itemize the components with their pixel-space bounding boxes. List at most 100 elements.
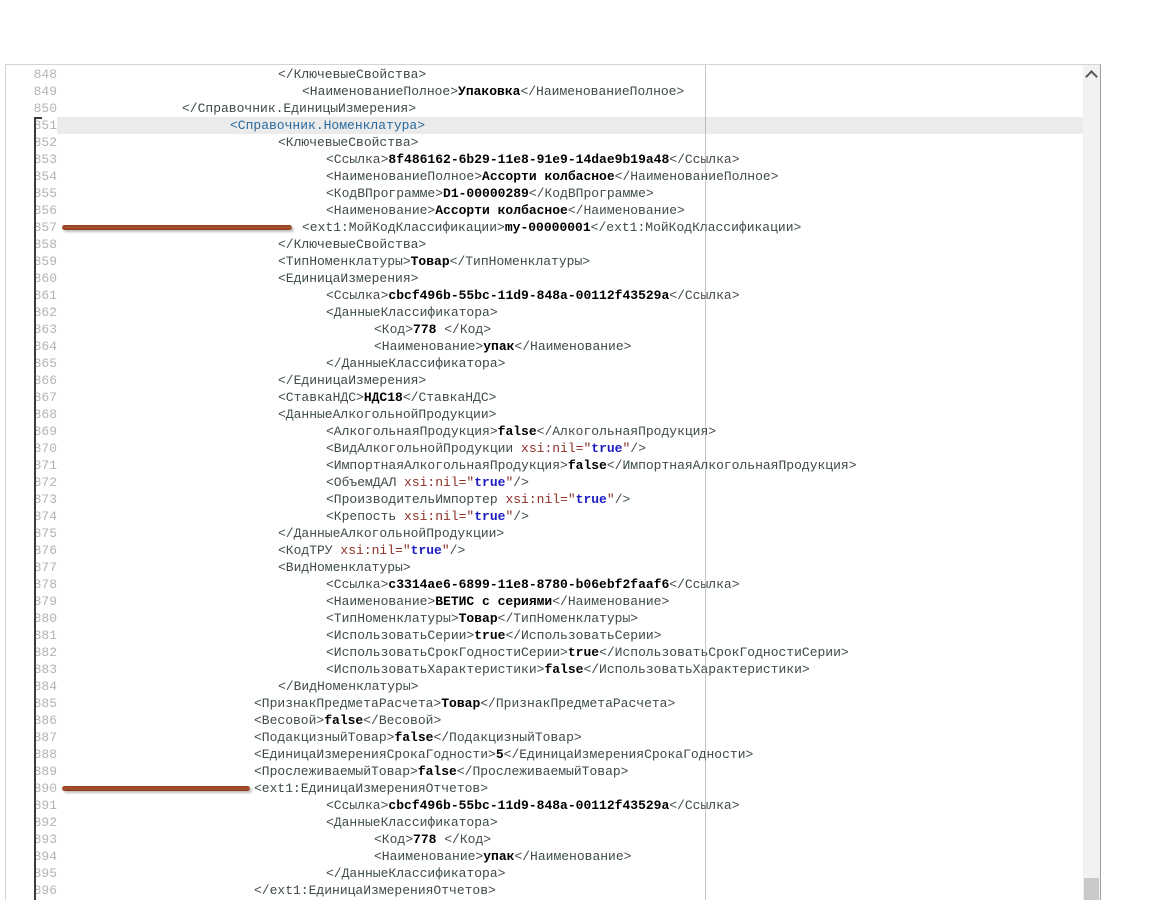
code-text: <ВидАлкогольнойПродукции xsi:nil="true"/… [326,441,646,456]
code-text: <Справочник.Номенклатура> [57,117,1083,134]
code-line[interactable]: 886 <Весовой>false</Весовой> [6,712,1083,729]
code-text: <ПодакцизныйТовар>false</ПодакцизныйТова… [254,730,582,745]
line-number: 870 [33,441,57,456]
code-line[interactable]: 862 <ДанныеКлассификатора> [6,304,1083,321]
code-text: </ext1:ЕдиницаИзмеренияОтчетов> [254,883,496,898]
selection-bracket [34,117,36,900]
code-line[interactable]: 892 <ДанныеКлассификатора> [6,814,1083,831]
code-line[interactable]: 871 <ИмпортнаяАлкогольнаяПродукция>false<… [6,457,1083,474]
vertical-scrollbar[interactable] [1083,65,1100,900]
code-line[interactable]: 852 <КлючевыеСвойства> [6,134,1083,151]
code-line-selected[interactable]: 851 <Справочник.Номенклатура> [6,117,1083,134]
code-line[interactable]: 848 </КлючевыеСвойства> [6,66,1083,83]
line-number: 848 [33,67,57,82]
code-line[interactable]: 855 <КодВПрограмме>D1-00000289</КодВПрогр… [6,185,1083,202]
code-text: </КлючевыеСвойства> [278,237,427,252]
code-line[interactable]: 880 <ТипНоменклатуры>Товар</ТипНоменклату… [6,610,1083,627]
code-line[interactable]: 849 <НаименованиеПолное>Упаковка</Наимено… [6,83,1083,100]
code-text: <ДанныеКлассификатора> [326,815,498,830]
code-line[interactable]: 856 <Наименование>Ассорти колбасное</Наим… [6,202,1083,219]
scroll-up-button[interactable] [1083,65,1100,83]
code-line[interactable]: 873 <ПроизводительИмпортер xsi:nil="true"… [6,491,1083,508]
line-number: 860 [33,271,57,286]
code-line[interactable]: 868 <ДанныеАлкогольнойПродукции> [6,406,1083,423]
scrollbar-thumb[interactable] [1084,878,1099,900]
code-text: </КлючевыеСвойства> [278,67,427,82]
code-text: </ДанныеКлассификатора> [326,866,506,881]
code-line[interactable]: 882 <ИспользоватьСрокГодностиСерии>true</… [6,644,1083,661]
code-text: <Наименование>упак</Наименование> [374,339,632,354]
line-number: 884 [33,679,57,694]
code-line[interactable]: 881 <ИспользоватьСерии>true</Использовать… [6,627,1083,644]
line-number: 879 [33,594,57,609]
code-text: <АлкогольнаяПродукция>false</Алкогольная… [326,424,717,439]
line-number: 893 [33,832,57,847]
code-line[interactable]: 853 <Ссылка>8f486162-6b29-11e8-91e9-14dae… [6,151,1083,168]
code-text: <ИмпортнаяАлкогольнаяПродукция>false</Им… [326,458,857,473]
code-line[interactable]: 865 </ДанныеКлассификатора> [6,355,1083,372]
line-number: 892 [33,815,57,830]
code-line[interactable]: 893 <Код>778 </Код> [6,831,1083,848]
code-line[interactable]: 872 <ОбъемДАЛ xsi:nil="true"/> [6,474,1083,491]
line-number: 888 [33,747,57,762]
code-line[interactable]: 857 <ext1:МойКодКлассификации>my-00000001… [6,219,1083,236]
line-number: 862 [33,305,57,320]
code-line[interactable]: 876 <КодТРУ xsi:nil="true"/> [6,542,1083,559]
code-text: <Наименование>ВЕТИС с сериями</Наименова… [326,594,670,609]
code-line[interactable]: 861 <Ссылка>cbcf496b-55bc-11d9-848a-00112… [6,287,1083,304]
code-line[interactable]: 863 <Код>778 </Код> [6,321,1083,338]
line-number: 881 [33,628,57,643]
code-text: <Ссылка>cbcf496b-55bc-11d9-848a-00112f43… [326,798,740,813]
code-text: <ВидНоменклатуры> [278,560,411,575]
code-line[interactable]: 887 <ПодакцизныйТовар>false</ПодакцизныйТ… [6,729,1083,746]
code-line[interactable]: 888 <ЕдиницаИзмеренияСрокаГодности>5</Еди… [6,746,1083,763]
code-text: <ДанныеАлкогольнойПродукции> [278,407,497,422]
code-line[interactable]: 889 <ПрослеживаемыйТовар>false</Прослежив… [6,763,1083,780]
line-number: 886 [33,713,57,728]
line-number: 873 [33,492,57,507]
line-number: 864 [33,339,57,354]
code-text: <СтавкаНДС>НДС18</СтавкаНДС> [278,390,497,405]
code-line[interactable]: 860 <ЕдиницаИзмерения> [6,270,1083,287]
xml-editor-panel: 848 </КлючевыеСвойства> 849 <НаименованиеПо… [5,64,1101,900]
code-line[interactable]: 896 </ext1:ЕдиницаИзмеренияОтчетов> [6,882,1083,899]
code-line[interactable]: 864 <Наименование>упак</Наименование> [6,338,1083,355]
code-line[interactable]: 850 </Справочник.ЕдиницыИзмерения> [6,100,1083,117]
line-number: 859 [33,254,57,269]
code-line[interactable]: 877 <ВидНоменклатуры> [6,559,1083,576]
code-text: <КлючевыеСвойства> [278,135,419,150]
code-text: </Справочник.ЕдиницыИзмерения> [182,101,417,116]
line-number: 857 [33,220,57,235]
line-number: 861 [33,288,57,303]
code-line[interactable]: 894 <Наименование>упак</Наименование> [6,848,1083,865]
line-number: 850 [33,101,57,116]
line-number: 890 [33,781,57,796]
code-line[interactable]: 890 <ext1:ЕдиницаИзмеренияОтчетов> [6,780,1083,797]
code-line[interactable]: 875 </ДанныеАлкогольнойПродукции> [6,525,1083,542]
code-line[interactable]: 891 <Ссылка>cbcf496b-55bc-11d9-848a-00112… [6,797,1083,814]
code-line[interactable]: 885 <ПризнакПредметаРасчета>Товар</Призна… [6,695,1083,712]
code-line[interactable]: 884 </ВидНоменклатуры> [6,678,1083,695]
code-line[interactable]: 878 <Ссылка>c3314ae6-6899-11e8-8780-b06eb… [6,576,1083,593]
line-number: 889 [33,764,57,779]
line-number: 851 [33,118,57,133]
line-number: 878 [33,577,57,592]
code-line[interactable]: 858 </КлючевыеСвойства> [6,236,1083,253]
code-line[interactable]: 883 <ИспользоватьХарактеристики>false</Ис… [6,661,1083,678]
line-number: 871 [33,458,57,473]
code-text: <ДанныеКлассификатора> [326,305,498,320]
line-number: 867 [33,390,57,405]
code-line[interactable]: 874 <Крепость xsi:nil="true"/> [6,508,1083,525]
code-line[interactable]: 866 </ЕдиницаИзмерения> [6,372,1083,389]
code-line[interactable]: 859 <ТипНоменклатуры>Товар</ТипНоменклату… [6,253,1083,270]
code-text: <Код>778 </Код> [374,832,492,847]
code-line[interactable]: 867 <СтавкаНДС>НДС18</СтавкаНДС> [6,389,1083,406]
code-line[interactable]: 879 <Наименование>ВЕТИС с сериями</Наимен… [6,593,1083,610]
code-text: <ТипНоменклатуры>Товар</ТипНоменклатуры> [278,254,591,269]
code-line[interactable]: 895 </ДанныеКлассификатора> [6,865,1083,882]
code-line[interactable]: 854 <НаименованиеПолное>Ассорти колбасное… [6,168,1083,185]
code-line[interactable]: 870 <ВидАлкогольнойПродукции xsi:nil="tru… [6,440,1083,457]
line-number: 887 [33,730,57,745]
code-text: <НаименованиеПолное>Упаковка</Наименован… [302,84,685,99]
code-line[interactable]: 869 <АлкогольнаяПродукция>false</Алкоголь… [6,423,1083,440]
